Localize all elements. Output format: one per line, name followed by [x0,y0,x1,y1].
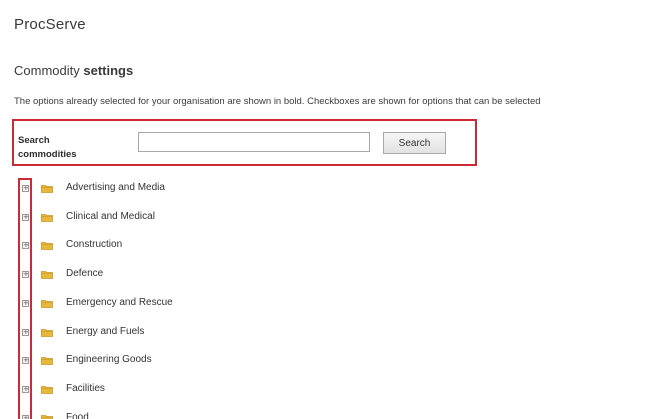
expand-icon[interactable]: + [22,213,29,221]
folder-icon [41,213,53,222]
folder-icon [41,356,53,366]
page: ProcServe Commodity settings The options… [0,0,646,419]
tree-item[interactable]: + Advertising and Media [0,178,400,200]
expand-icon[interactable]: + [22,299,29,307]
folder-icon [41,184,53,193]
expand-icon[interactable]: + [22,328,29,336]
tree-item[interactable]: + Emergency and Rescue [0,293,400,315]
search-panel: Search commodities Search [12,119,477,166]
expand-icon[interactable]: + [22,414,29,419]
tree-item-label[interactable]: Engineering Goods [66,354,152,365]
tree-item[interactable]: + Defence [0,264,400,286]
search-button[interactable]: Search [383,132,446,154]
tree-item-label[interactable]: Food [66,412,89,419]
tree-item-label[interactable]: Construction [66,239,122,250]
tree-item[interactable]: + Construction [0,235,400,257]
expand-icon[interactable]: + [22,271,29,279]
commodity-tree: + Advertising and Media + Clinical and Medi… [0,173,646,419]
expand-icon[interactable]: + [22,185,29,192]
folder-icon [41,328,53,337]
page-title-prefix: Commodity [14,63,84,78]
folder-icon [41,270,53,279]
tree-item[interactable]: + Food [0,408,400,419]
app-title: ProcServe [14,16,86,33]
folder-icon [41,241,53,251]
search-label: Search commodities [18,135,77,160]
tree-item[interactable]: + Energy and Fuels [0,322,400,344]
tree-item[interactable]: + Facilities [0,379,400,401]
tree-item-label[interactable]: Clinical and Medical [66,211,155,222]
tree-item[interactable]: + Engineering Goods [0,350,400,372]
page-title-bold: settings [83,63,134,78]
expand-icon[interactable]: + [22,385,29,393]
expand-icon[interactable]: + [22,242,29,250]
tree-item-label[interactable]: Defence [66,268,103,279]
folder-icon [41,414,53,419]
search-input[interactable] [138,132,370,152]
page-title: Commodity settings [14,63,133,78]
tree-item-label[interactable]: Advertising and Media [66,182,165,193]
tree-item-label[interactable]: Facilities [66,383,105,394]
tree-item-label[interactable]: Energy and Fuels [66,326,144,337]
expand-icon[interactable]: + [22,357,29,365]
page-description: The options already selected for your or… [14,96,541,107]
tree-item[interactable]: + Clinical and Medical [0,207,400,229]
tree-item-label[interactable]: Emergency and Rescue [66,297,173,308]
folder-icon [41,385,53,394]
folder-icon [41,299,53,308]
